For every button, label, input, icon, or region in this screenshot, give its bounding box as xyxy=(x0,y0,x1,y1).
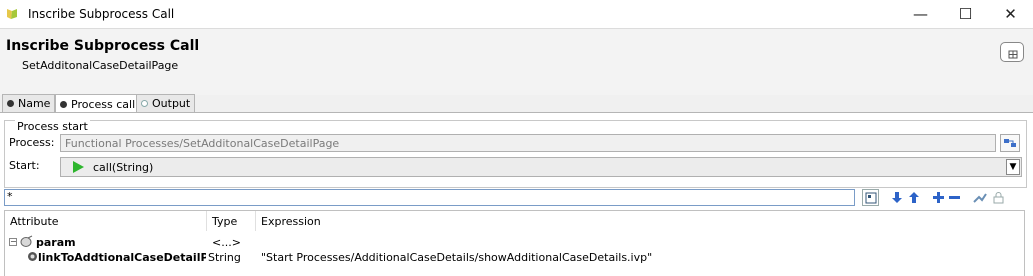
minimize-button[interactable]: — xyxy=(898,0,943,28)
dialog-header: Inscribe Subprocess Call SetAdditonalCas… xyxy=(0,28,1033,95)
move-down-button[interactable] xyxy=(888,189,905,206)
record-icon xyxy=(20,235,33,247)
lock-icon xyxy=(993,192,1004,204)
maximize-button[interactable]: ☐ xyxy=(943,0,988,28)
window-title: Inscribe Subprocess Call xyxy=(28,7,175,21)
attribute-type: <...> xyxy=(212,236,241,249)
app-icon xyxy=(7,9,17,19)
process-call-panel: Process start Process: Functional Proces… xyxy=(0,112,1033,276)
start-label: Start: xyxy=(9,159,40,172)
attribute-name: param xyxy=(36,236,76,249)
process-label: Process: xyxy=(9,136,55,149)
arrow-up-icon xyxy=(908,192,919,203)
attribute-name: linkToAddtionalCaseDetailPage xyxy=(38,251,206,264)
grid-icon xyxy=(865,192,876,203)
group-label: Process start xyxy=(15,120,90,133)
tab-name[interactable]: Name xyxy=(2,94,56,112)
bullet-icon xyxy=(141,100,148,107)
start-select[interactable]: call(String) ▼ xyxy=(60,157,1022,177)
mapping-icon xyxy=(972,192,987,203)
dialog-title: Inscribe Subprocess Call xyxy=(6,38,200,54)
process-start-group: Process start Process: Functional Proces… xyxy=(4,120,1027,188)
tab-output[interactable]: Output xyxy=(136,94,196,112)
mapping-button[interactable] xyxy=(971,189,988,206)
tab-label: Process call xyxy=(71,97,136,111)
expand-icon xyxy=(1008,50,1018,59)
column-header-expression[interactable]: Expression xyxy=(256,211,1024,231)
tab-bar: Name Process call Output xyxy=(0,94,1033,113)
add-button[interactable] xyxy=(930,189,947,206)
column-header-type[interactable]: Type xyxy=(207,211,256,231)
lock-button[interactable] xyxy=(990,189,1007,206)
expand-editor-button[interactable] xyxy=(1000,42,1024,62)
toggle-view-button[interactable] xyxy=(862,189,879,206)
move-up-button[interactable] xyxy=(905,189,922,206)
close-button[interactable]: ✕ xyxy=(988,0,1033,28)
attribute-expression[interactable]: "Start Processes/AdditionalCaseDetails/s… xyxy=(261,251,652,264)
collapse-icon[interactable]: − xyxy=(9,238,17,246)
tab-label: Output xyxy=(152,97,191,110)
plus-icon xyxy=(933,192,944,203)
tab-process-call[interactable]: Process call xyxy=(55,94,141,113)
start-select-value: call(String) xyxy=(93,161,154,174)
attribute-type: String xyxy=(208,251,241,264)
bullet-icon xyxy=(60,100,67,108)
chevron-down-icon[interactable]: ▼ xyxy=(1006,159,1020,175)
bullet-icon xyxy=(7,100,14,107)
process-browse-icon xyxy=(1004,139,1016,147)
field-icon xyxy=(28,252,37,261)
filter-input[interactable]: * xyxy=(4,189,855,206)
remove-button[interactable] xyxy=(946,189,963,206)
window-titlebar: Inscribe Subprocess Call — ☐ ✕ xyxy=(0,0,1033,28)
browse-process-button[interactable] xyxy=(1000,134,1020,152)
tab-label: Name xyxy=(18,97,51,110)
attribute-table: Attribute Type Expression − param <...> … xyxy=(4,210,1025,276)
minus-icon xyxy=(949,196,960,199)
arrow-down-icon xyxy=(891,192,902,203)
column-header-attribute[interactable]: Attribute xyxy=(5,211,207,231)
play-icon xyxy=(73,161,84,173)
process-field[interactable]: Functional Processes/SetAdditonalCaseDet… xyxy=(60,134,996,152)
dialog-subtitle: SetAdditonalCaseDetailPage xyxy=(22,59,179,72)
